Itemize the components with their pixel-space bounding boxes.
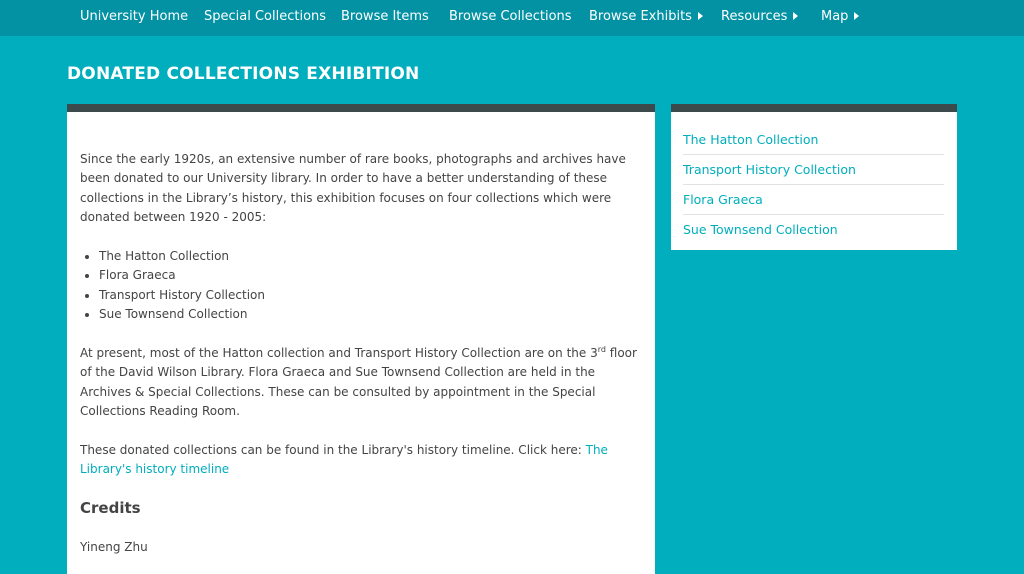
caret-right-icon bbox=[697, 11, 703, 20]
timeline-paragraph: These donated collections can be found i… bbox=[80, 441, 646, 480]
ordinal-suffix: rd bbox=[597, 345, 606, 355]
exhibit-page-links: The Hatton Collection Transport History … bbox=[683, 125, 944, 244]
credits-heading: Credits bbox=[80, 499, 141, 517]
sidebar-link-transport-history[interactable]: Transport History Collection bbox=[683, 155, 944, 185]
location-text-start: At present, most of the Hatton collectio… bbox=[80, 346, 598, 361]
sidebar-link-hatton[interactable]: The Hatton Collection bbox=[683, 125, 944, 155]
nav-menu: University Home Special Collections Brow… bbox=[0, 0, 1024, 36]
location-paragraph: At present, most of the Hatton collectio… bbox=[80, 344, 646, 422]
exhibit-body: Since the early 1920s, an extensive numb… bbox=[80, 150, 646, 480]
nav-item-university-home[interactable]: University Home bbox=[80, 0, 188, 36]
nav-item-browse-items[interactable]: Browse Items bbox=[341, 0, 429, 36]
list-item: Flora Graeca bbox=[99, 266, 646, 285]
exhibit-sidebar: The Hatton Collection Transport History … bbox=[671, 104, 957, 250]
nav-item-label: Resources bbox=[721, 9, 788, 24]
page-title: DONATED COLLECTIONS EXHIBITION bbox=[67, 64, 420, 84]
nav-item-label: Map bbox=[821, 9, 849, 24]
nav-item-label: Browse Collections bbox=[449, 9, 572, 24]
timeline-text: These donated collections can be found i… bbox=[80, 443, 586, 458]
nav-item-browse-collections[interactable]: Browse Collections bbox=[449, 0, 572, 36]
collections-list: The Hatton Collection Flora Graeca Trans… bbox=[80, 247, 646, 325]
nav-item-label: University Home bbox=[80, 9, 189, 24]
top-navigation: University Home Special Collections Brow… bbox=[0, 0, 1024, 36]
list-item: Sue Townsend Collection bbox=[99, 305, 646, 324]
nav-item-label: Special Collections bbox=[204, 9, 327, 24]
intro-paragraph: Since the early 1920s, an extensive numb… bbox=[80, 152, 626, 225]
sidebar-link-flora-graeca[interactable]: Flora Graeca bbox=[683, 185, 944, 215]
list-item: Transport History Collection bbox=[99, 286, 646, 305]
exhibit-content-panel: Since the early 1920s, an extensive numb… bbox=[67, 104, 655, 574]
caret-right-icon bbox=[854, 11, 860, 20]
caret-right-icon bbox=[793, 11, 799, 20]
nav-item-label: Browse Exhibits bbox=[589, 9, 692, 24]
nav-item-label: Browse Items bbox=[341, 9, 429, 24]
nav-item-map[interactable]: Map bbox=[821, 0, 860, 36]
list-item: The Hatton Collection bbox=[99, 247, 646, 266]
credits-name: Yineng Zhu bbox=[80, 540, 148, 554]
sidebar-link-sue-townsend[interactable]: Sue Townsend Collection bbox=[683, 215, 944, 244]
nav-item-resources[interactable]: Resources bbox=[721, 0, 799, 36]
nav-item-browse-exhibits[interactable]: Browse Exhibits bbox=[589, 0, 703, 36]
nav-item-special-collections[interactable]: Special Collections bbox=[204, 0, 326, 36]
